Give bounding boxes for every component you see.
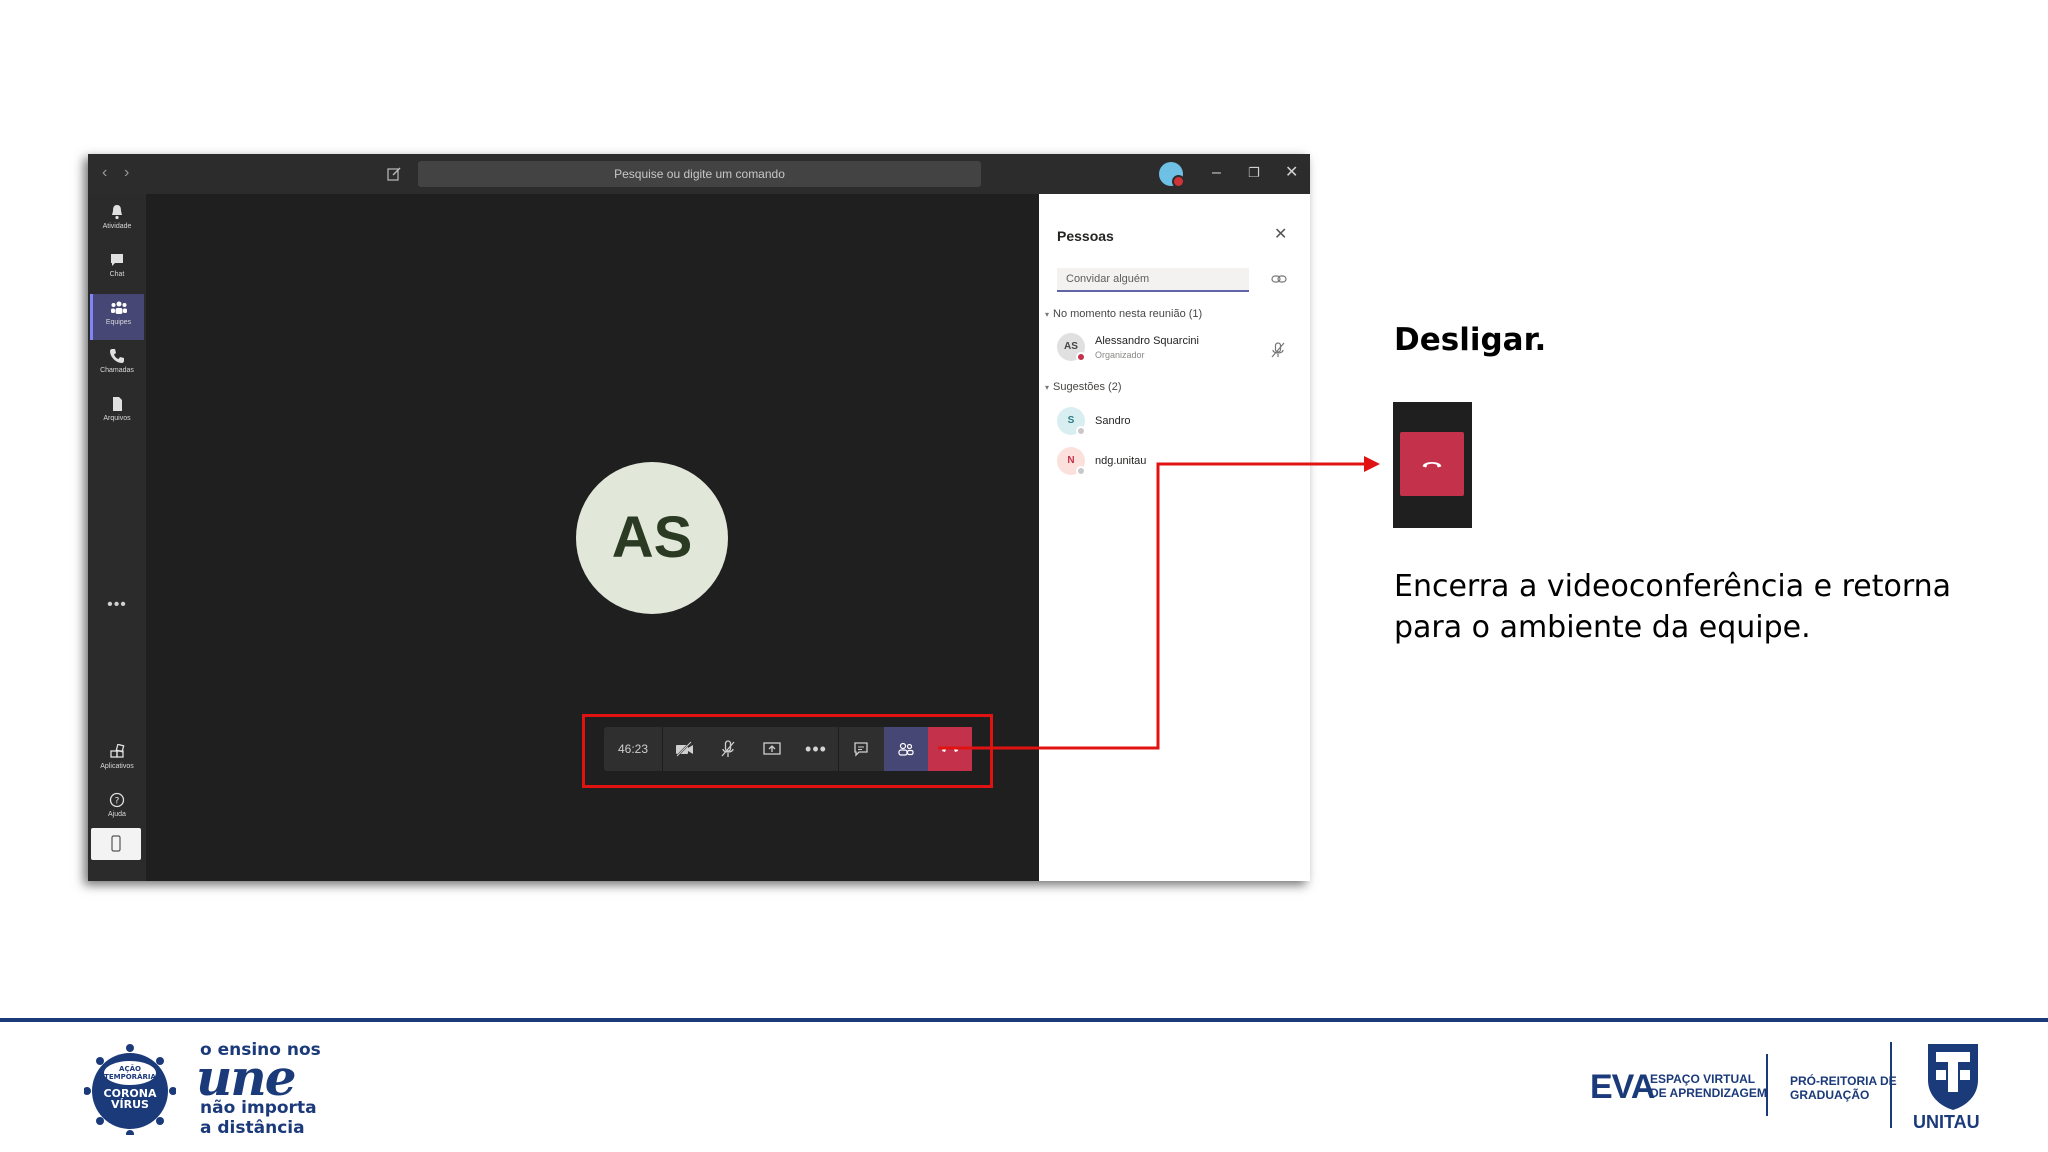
phone-device-icon	[111, 835, 121, 852]
eva-sub-line: ESPAÇO VIRTUAL	[1650, 1072, 1756, 1086]
minimize-icon[interactable]: –	[1212, 163, 1221, 183]
badge-text: VÍRUS	[111, 1098, 149, 1111]
rail-label: Arquivos	[103, 415, 131, 422]
rail-label: Aplicativos	[100, 763, 134, 770]
suggestions-section[interactable]: ▾ Sugestões (2)	[1045, 381, 1122, 393]
hang-up-zoom	[1393, 402, 1472, 528]
footer-divider	[0, 1018, 2048, 1022]
back-arrow-icon[interactable]: ‹	[102, 164, 107, 182]
rail-label: Atividade	[102, 223, 132, 230]
search-input[interactable]: Pesquise ou digite um comando	[418, 161, 981, 187]
chat-icon	[111, 254, 123, 266]
rail-label: Chamadas	[100, 367, 134, 374]
unitau-wordmark: UNITAU	[1913, 1112, 1980, 1132]
phone-icon	[110, 349, 124, 363]
call-stage: AS 46:23 •••	[146, 194, 1127, 881]
bell-icon	[112, 205, 122, 220]
title-bar: ‹ › Pesquise ou digite um comando – ❐ ✕	[88, 154, 1310, 194]
section-header: Sugestões (2)	[1053, 381, 1122, 393]
rail-item-activity[interactable]: Atividade	[90, 198, 144, 244]
close-icon[interactable]: ✕	[1285, 163, 1298, 183]
file-icon	[113, 397, 122, 411]
hang-up-button-zoom	[1400, 432, 1464, 496]
forward-arrow-icon[interactable]: ›	[124, 164, 129, 182]
rail-item-calls[interactable]: Chamadas	[90, 342, 144, 388]
rail-item-help[interactable]: ? Ajuda	[90, 786, 144, 832]
suggestion-name: ndg.unitau	[1095, 455, 1147, 467]
slide-description: Encerra a videoconferência e retorna par…	[1394, 569, 1952, 645]
mobile-app-button[interactable]	[91, 828, 141, 860]
rail-item-apps[interactable]: Aplicativos	[90, 738, 144, 784]
chevron-down-icon: ▾	[1045, 383, 1050, 392]
restore-icon[interactable]: ❐	[1248, 163, 1260, 183]
prograd-line: PRÓ-REITORIA DE	[1790, 1074, 1897, 1088]
rail-item-files[interactable]: Arquivos	[90, 390, 144, 436]
status-badge	[1076, 352, 1086, 362]
rail-item-teams[interactable]: Equipes	[90, 294, 144, 340]
invite-input[interactable]: Convidar alguém	[1057, 268, 1249, 292]
mic-off-icon	[1271, 342, 1285, 358]
prograd-logo: PRÓ-REITORIA DE GRADUAÇÃO	[1790, 1074, 1897, 1102]
eva-subtitle: ESPAÇO VIRTUAL DE APRENDIZAGEM	[1650, 1072, 1767, 1100]
section-header: No momento nesta reunião (1)	[1053, 308, 1203, 320]
badge-text: TEMPORÁRIA	[104, 1072, 156, 1081]
help-icon: ?	[109, 792, 125, 808]
hang-up-icon	[1422, 461, 1442, 468]
campaign-text: não importa	[200, 1098, 317, 1118]
badge-text: AÇÃO	[119, 1064, 141, 1073]
unitau-shield-logo	[1928, 1044, 1978, 1110]
footer-separator	[1890, 1042, 1892, 1128]
corona-virus-logo: AÇÃO TEMPORÁRIA CORONA VÍRUS	[84, 1044, 176, 1135]
in-meeting-section[interactable]: ▾ No momento nesta reunião (1)	[1045, 308, 1202, 320]
participant-avatar: AS	[576, 462, 728, 614]
more-apps-icon[interactable]: •••	[88, 596, 146, 614]
teams-window: ‹ › Pesquise ou digite um comando – ❐ ✕ …	[88, 154, 1310, 881]
user-avatar[interactable]	[1159, 162, 1185, 188]
close-panel-icon[interactable]: ✕	[1274, 224, 1287, 244]
app-rail: Atividade Chat Equipes Chamadas Arquivos…	[88, 194, 146, 881]
apps-icon	[110, 744, 125, 758]
rail-label: Chat	[109, 271, 125, 278]
participant-name: Alessandro Squarcini	[1095, 335, 1199, 347]
rail-label: Equipes	[105, 319, 132, 326]
footer-separator	[1766, 1054, 1768, 1116]
campaign-text: a distância	[200, 1118, 305, 1138]
slide-heading: Desligar.	[1394, 322, 1547, 358]
teams-icon	[110, 301, 127, 314]
people-panel: Pessoas ✕ Convidar alguém ▾ No momento ne…	[1039, 194, 1310, 881]
participant-role: Organizador	[1095, 350, 1145, 360]
eva-logo: EVA	[1590, 1068, 1655, 1106]
link-icon[interactable]	[1271, 272, 1287, 286]
highlight-box	[582, 714, 993, 788]
suggestion-name: Sandro	[1095, 415, 1131, 427]
chevron-down-icon: ▾	[1045, 310, 1050, 319]
status-badge	[1076, 466, 1086, 476]
eva-sub-line: DE APRENDIZAGEM	[1650, 1086, 1767, 1100]
prograd-line: GRADUAÇÃO	[1790, 1088, 1870, 1102]
status-badge	[1076, 426, 1086, 436]
rail-label: Ajuda	[108, 811, 126, 818]
panel-title: Pessoas	[1057, 228, 1114, 244]
rail-item-chat[interactable]: Chat	[90, 246, 144, 292]
svg-text:?: ?	[115, 797, 120, 807]
compose-icon[interactable]	[386, 166, 402, 182]
